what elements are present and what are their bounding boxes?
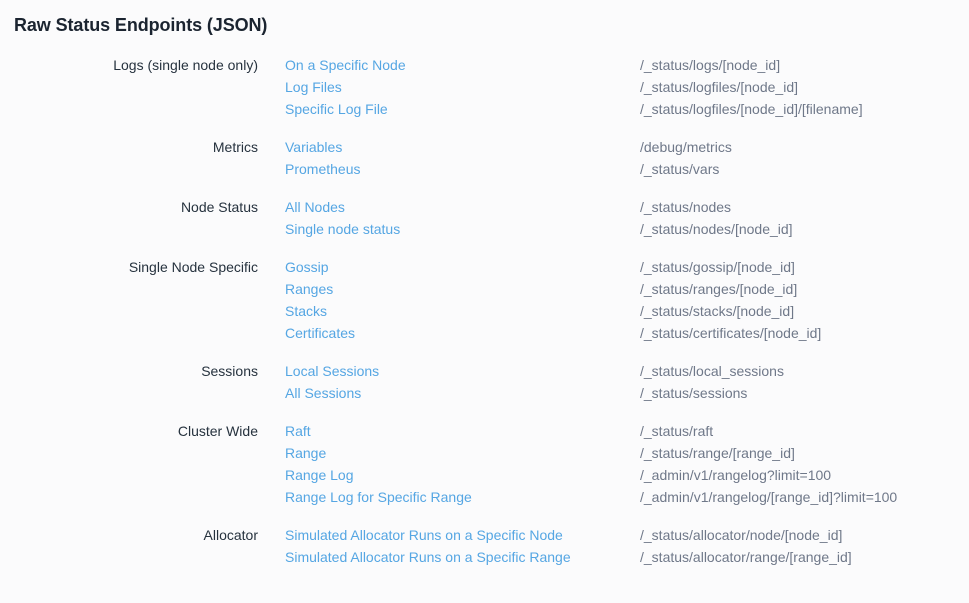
endpoint-path: /_admin/v1/rangelog/[range_id]?limit=100 <box>640 486 969 508</box>
section-paths-column: /_status/raft/_status/range/[range_id]/_… <box>640 420 969 508</box>
section-links-column: VariablesPrometheus <box>258 136 640 180</box>
debug-endpoints-page: Raw Status Endpoints (JSON) Logs (single… <box>0 0 969 568</box>
endpoint-link[interactable]: All Nodes <box>285 196 345 218</box>
endpoint-link[interactable]: Specific Log File <box>285 98 388 120</box>
endpoint-path: /_status/logfiles/[node_id]/[filename] <box>640 98 969 120</box>
section-category-label: Single Node Specific <box>0 256 258 278</box>
page-title: Raw Status Endpoints (JSON) <box>0 0 969 37</box>
endpoint-link[interactable]: Log Files <box>285 76 342 98</box>
endpoint-link[interactable]: Local Sessions <box>285 360 379 382</box>
endpoint-path: /_status/sessions <box>640 382 969 404</box>
endpoint-section: Sessions Local SessionsAll Sessions /_st… <box>0 360 969 404</box>
section-paths-column: /_status/nodes/_status/nodes/[node_id] <box>640 196 969 240</box>
endpoint-path: /_status/range/[range_id] <box>640 442 969 464</box>
endpoint-path: /_status/logs/[node_id] <box>640 54 969 76</box>
section-links-column: GossipRangesStacksCertificates <box>258 256 640 344</box>
endpoint-path: /_status/vars <box>640 158 969 180</box>
endpoint-path: /_status/nodes <box>640 196 969 218</box>
endpoint-section: Allocator Simulated Allocator Runs on a … <box>0 524 969 568</box>
section-links-column: All NodesSingle node status <box>258 196 640 240</box>
endpoint-path: /_status/local_sessions <box>640 360 969 382</box>
endpoint-link[interactable]: On a Specific Node <box>285 54 406 76</box>
endpoint-path: /_status/raft <box>640 420 969 442</box>
endpoint-path: /_status/allocator/range/[range_id] <box>640 546 969 568</box>
section-category-label: Sessions <box>0 360 258 382</box>
endpoint-link[interactable]: Prometheus <box>285 158 360 180</box>
endpoint-section: Metrics VariablesPrometheus /debug/metri… <box>0 136 969 180</box>
section-paths-column: /_status/logs/[node_id]/_status/logfiles… <box>640 54 969 120</box>
endpoint-link[interactable]: All Sessions <box>285 382 361 404</box>
section-links-column: Local SessionsAll Sessions <box>258 360 640 404</box>
endpoint-link[interactable]: Stacks <box>285 300 327 322</box>
endpoint-link[interactable]: Certificates <box>285 322 355 344</box>
endpoint-link[interactable]: Single node status <box>285 218 400 240</box>
endpoint-section: Cluster Wide RaftRangeRange LogRange Log… <box>0 420 969 508</box>
endpoint-path: /_status/nodes/[node_id] <box>640 218 969 240</box>
section-category-label: Allocator <box>0 524 258 546</box>
endpoint-path: /_status/ranges/[node_id] <box>640 278 969 300</box>
endpoint-path: /debug/metrics <box>640 136 969 158</box>
endpoint-section: Node Status All NodesSingle node status … <box>0 196 969 240</box>
endpoint-section: Logs (single node only) On a Specific No… <box>0 54 969 120</box>
endpoint-path: /_status/allocator/node/[node_id] <box>640 524 969 546</box>
endpoint-link[interactable]: Range Log for Specific Range <box>285 486 472 508</box>
endpoints-table: Logs (single node only) On a Specific No… <box>0 54 969 568</box>
section-category-label: Node Status <box>0 196 258 218</box>
endpoint-link[interactable]: Range <box>285 442 326 464</box>
endpoint-link[interactable]: Range Log <box>285 464 354 486</box>
section-paths-column: /_status/allocator/node/[node_id]/_statu… <box>640 524 969 568</box>
section-paths-column: /_status/local_sessions/_status/sessions <box>640 360 969 404</box>
section-links-column: RaftRangeRange LogRange Log for Specific… <box>258 420 640 508</box>
endpoint-path: /_status/gossip/[node_id] <box>640 256 969 278</box>
endpoint-path: /_status/certificates/[node_id] <box>640 322 969 344</box>
endpoint-link[interactable]: Gossip <box>285 256 329 278</box>
section-category-label: Cluster Wide <box>0 420 258 442</box>
section-paths-column: /_status/gossip/[node_id]/_status/ranges… <box>640 256 969 344</box>
endpoint-link[interactable]: Raft <box>285 420 311 442</box>
endpoint-link[interactable]: Simulated Allocator Runs on a Specific N… <box>285 524 563 546</box>
endpoint-path: /_status/stacks/[node_id] <box>640 300 969 322</box>
section-paths-column: /debug/metrics/_status/vars <box>640 136 969 180</box>
endpoint-path: /_status/logfiles/[node_id] <box>640 76 969 98</box>
section-category-label: Logs (single node only) <box>0 54 258 76</box>
section-links-column: On a Specific NodeLog FilesSpecific Log … <box>258 54 640 120</box>
section-category-label: Metrics <box>0 136 258 158</box>
endpoint-link[interactable]: Ranges <box>285 278 333 300</box>
endpoint-section: Single Node Specific GossipRangesStacksC… <box>0 256 969 344</box>
endpoint-link[interactable]: Variables <box>285 136 342 158</box>
endpoint-path: /_admin/v1/rangelog?limit=100 <box>640 464 969 486</box>
section-links-column: Simulated Allocator Runs on a Specific N… <box>258 524 640 568</box>
endpoint-link[interactable]: Simulated Allocator Runs on a Specific R… <box>285 546 571 568</box>
